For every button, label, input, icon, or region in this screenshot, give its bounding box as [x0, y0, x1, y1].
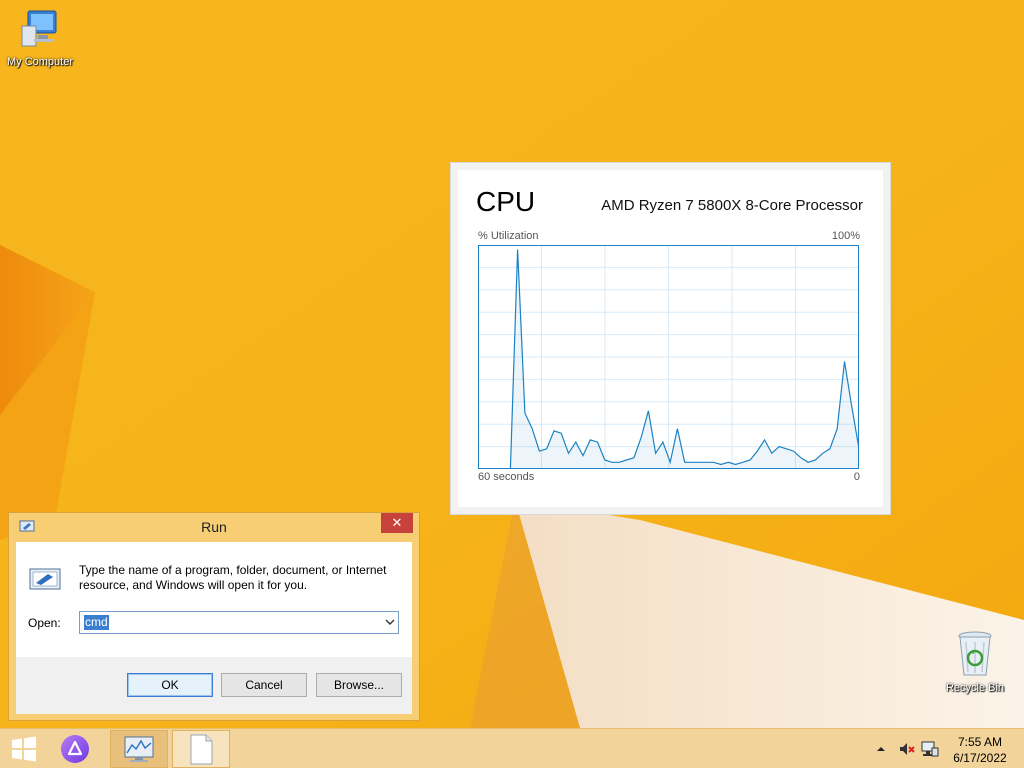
run-dialog: Run ✕ Type the name of a program, folder…	[8, 512, 420, 721]
cpu-processor-name: AMD Ryzen 7 5800X 8-Core Processor	[601, 197, 863, 214]
utilization-max-label: 100%	[831, 230, 860, 242]
ok-button[interactable]: OK	[127, 673, 213, 697]
utilization-min-label: 0	[853, 471, 860, 483]
close-button[interactable]: ✕	[381, 513, 413, 533]
open-combobox[interactable]: cmd	[79, 611, 399, 634]
recycle-bin-icon	[958, 631, 992, 676]
chevron-down-icon[interactable]	[385, 617, 395, 627]
cpu-utilization-graph	[478, 245, 859, 469]
run-description: Type the name of a program, folder, docu…	[79, 563, 387, 592]
run-titlebar[interactable]: Run ✕	[9, 513, 419, 542]
volume-muted-icon[interactable]	[898, 741, 916, 757]
network-icon[interactable]	[921, 741, 939, 757]
graph-grid	[478, 245, 859, 469]
desktop-icon-my-computer[interactable]: My Computer	[0, 8, 80, 68]
taskbar-app-document[interactable]	[172, 730, 230, 768]
cancel-button[interactable]: Cancel	[221, 673, 307, 697]
time-axis-label: 60 seconds	[478, 471, 535, 483]
desktop-icon-label: Recycle Bin	[945, 682, 1005, 694]
performance-monitor-icon	[124, 736, 154, 762]
run-dialog-title: Run	[201, 519, 227, 535]
open-label: Open:	[28, 616, 61, 630]
clock-time[interactable]: 7:55 AM	[944, 735, 1016, 749]
open-input-value[interactable]: cmd	[84, 615, 109, 630]
computer-icon	[21, 10, 57, 47]
cpu-performance-panel: CPU AMD Ryzen 7 5800X 8-Core Processor %…	[451, 163, 890, 514]
taskbar-app-performance-monitor[interactable]	[110, 730, 168, 768]
assistant-icon[interactable]	[58, 733, 92, 765]
cpu-title: CPU	[476, 186, 536, 217]
run-dialog-footer: OK Cancel Browse...	[16, 657, 412, 714]
windows-start-icon[interactable]	[6, 735, 42, 763]
run-app-icon	[29, 568, 61, 590]
utilization-line	[509, 249, 859, 469]
blank-document-icon	[190, 734, 213, 765]
desktop-icon-recycle-bin[interactable]: Recycle Bin	[935, 630, 1015, 694]
taskbar: 7:55 AM 6/17/2022	[0, 728, 1024, 768]
show-hidden-icons-arrow[interactable]	[875, 744, 887, 754]
close-icon: ✕	[391, 515, 403, 530]
browse-button[interactable]: Browse...	[316, 673, 402, 697]
run-dialog-body: Type the name of a program, folder, docu…	[16, 542, 412, 657]
clock-date[interactable]: 6/17/2022	[944, 751, 1016, 765]
desktop-icon-label: My Computer	[6, 56, 74, 68]
utilization-axis-label: % Utilization	[478, 230, 539, 242]
